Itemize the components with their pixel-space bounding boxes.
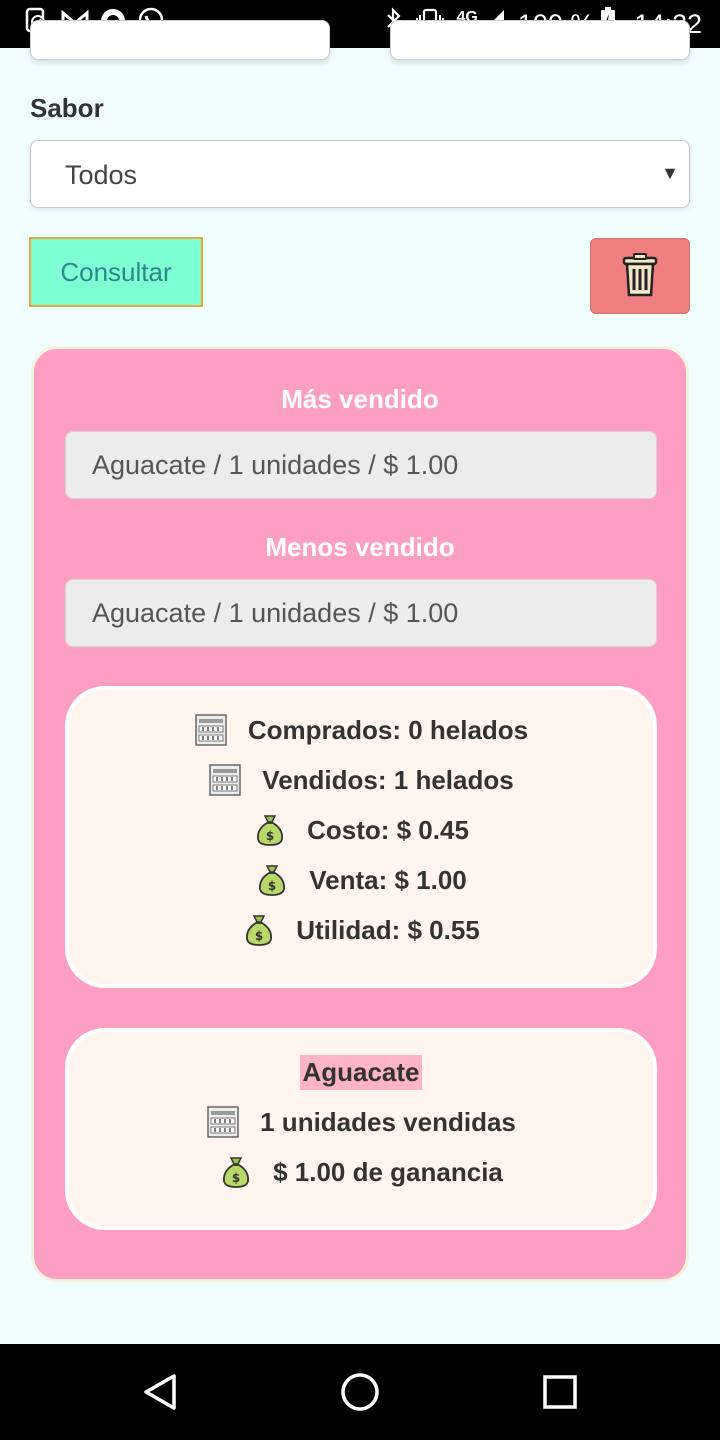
flavor-units: 1 unidades vendidas <box>260 1106 516 1137</box>
sabor-select-value: Todos <box>65 160 138 190</box>
mas-vendido-field: Aguacate / 1 unidades / $ 1.00 <box>65 431 657 499</box>
results-card: Más vendido Aguacate / 1 unidades / $ 1.… <box>31 346 689 1282</box>
stat-utilidad: Utilidad: $ 0.55 <box>296 914 480 945</box>
flavor-profit: $ 1.00 de ganancia <box>273 1156 503 1187</box>
svg-text:$: $ <box>232 1171 240 1185</box>
money-bag-icon: $ <box>242 913 276 947</box>
trash-icon <box>620 252 660 301</box>
stat-venta: Venta: $ 1.00 <box>309 864 467 895</box>
chevron-down-icon: ▼ <box>661 163 679 183</box>
sabor-label: Sabor <box>30 93 104 123</box>
money-bag-icon: $ <box>255 863 289 897</box>
stats-box: Comprados: 0 helados Vendidos: 1 helados… <box>65 686 657 988</box>
flavor-profit-row: $ $ 1.00 de ganancia <box>69 1155 653 1189</box>
money-bag-icon: $ <box>219 1155 253 1189</box>
sabor-select[interactable]: Todos ▼ <box>30 140 690 208</box>
consultar-button[interactable]: Consultar <box>29 237 203 307</box>
stat-row: Comprados: 0 helados <box>69 713 653 747</box>
svg-text:$: $ <box>255 929 263 943</box>
delete-button[interactable] <box>590 238 690 314</box>
navigation-bar <box>0 1344 720 1440</box>
recents-button[interactable] <box>538 1372 582 1416</box>
stat-row: Vendidos: 1 helados <box>69 763 653 797</box>
flavor-name: Aguacate <box>300 1055 422 1090</box>
recents-square-icon <box>542 1374 578 1415</box>
flavor-units-row: 1 unidades vendidas <box>69 1105 653 1139</box>
stat-costo: Costo: $ 0.45 <box>307 814 469 845</box>
home-button[interactable] <box>338 1372 382 1416</box>
abacus-icon <box>194 713 228 747</box>
back-button[interactable] <box>138 1372 182 1416</box>
menos-vendido-label: Menos vendido <box>265 532 455 562</box>
mas-vendido-value: Aguacate / 1 unidades / $ 1.00 <box>92 450 459 480</box>
money-bag-icon: $ <box>253 813 287 847</box>
top-right-input[interactable] <box>390 20 690 60</box>
home-circle-icon <box>340 1372 380 1417</box>
menos-vendido-value: Aguacate / 1 unidades / $ 1.00 <box>92 598 459 628</box>
stat-vendidos: Vendidos: 1 helados <box>262 764 514 795</box>
stat-row: $ Utilidad: $ 0.55 <box>69 913 653 947</box>
flavor-box: Aguacate 1 unidades vendidas $ $ 1.00 de… <box>65 1028 657 1230</box>
back-triangle-icon <box>142 1372 178 1417</box>
stat-row: $ Costo: $ 0.45 <box>69 813 653 847</box>
stat-comprados: Comprados: 0 helados <box>247 714 529 745</box>
top-left-input[interactable] <box>30 20 330 60</box>
abacus-icon <box>208 763 242 797</box>
abacus-icon <box>206 1105 240 1139</box>
flavor-title-row: Aguacate <box>69 1055 653 1090</box>
mas-vendido-label: Más vendido <box>281 384 439 414</box>
menos-vendido-field: Aguacate / 1 unidades / $ 1.00 <box>65 579 657 647</box>
stat-row: $ Venta: $ 1.00 <box>69 863 653 897</box>
svg-text:$: $ <box>268 879 276 893</box>
svg-text:$: $ <box>266 829 274 843</box>
